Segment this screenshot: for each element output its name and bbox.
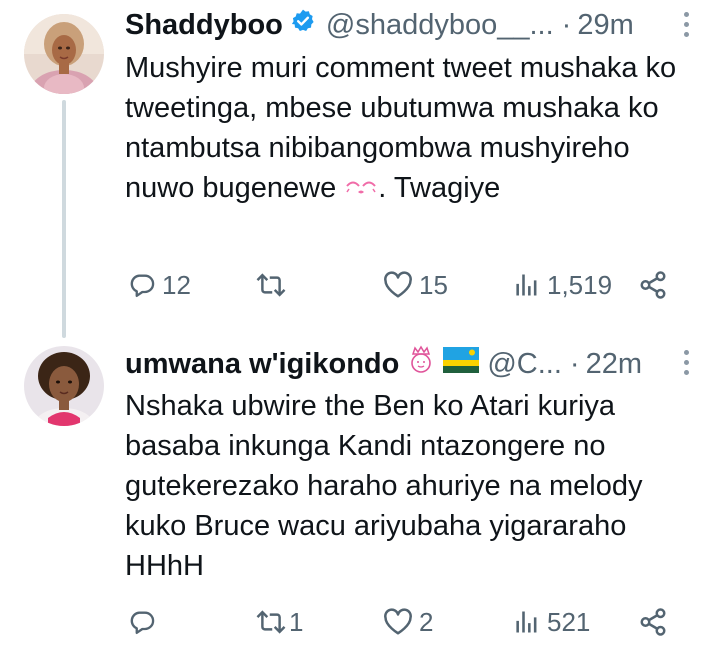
tweet-header: umwana w'igikondo @C... · 22m: [125, 344, 700, 384]
views-icon: [513, 608, 541, 636]
tweet-main[interactable]: Shaddyboo @shaddyboo__... · 29m Mushyire…: [0, 0, 720, 330]
avatar[interactable]: [24, 346, 104, 426]
timestamp[interactable]: 29m: [577, 9, 633, 42]
views-button[interactable]: 521: [513, 600, 590, 644]
retweet-count: 1: [289, 606, 304, 637]
like-icon: [383, 608, 413, 636]
more-icon[interactable]: [682, 12, 690, 42]
reply-icon: [128, 608, 156, 636]
share-button[interactable]: [638, 263, 668, 307]
kiss-emoji-icon: [344, 172, 378, 212]
view-count: 521: [547, 606, 591, 637]
like-count: 15: [419, 269, 448, 300]
reply-button[interactable]: 12: [128, 263, 191, 307]
action-bar: 12 15 1,519: [125, 263, 685, 307]
tweet-header: Shaddyboo @shaddyboo__... · 29m: [125, 5, 700, 45]
tweet-text: Mushyire muri comment tweet mushaka ko t…: [125, 48, 705, 212]
display-name[interactable]: umwana w'igikondo: [125, 348, 399, 381]
display-name[interactable]: Shaddyboo: [125, 9, 283, 42]
retweet-icon: [255, 608, 287, 636]
share-button[interactable]: [638, 600, 668, 644]
action-bar: 1 2 521: [125, 600, 685, 644]
timestamp[interactable]: 22m: [586, 348, 642, 381]
views-button[interactable]: 1,519: [513, 263, 612, 307]
like-button[interactable]: 15: [383, 263, 448, 307]
view-count: 1,519: [547, 269, 613, 300]
like-count: 2: [419, 606, 434, 637]
like-icon: [383, 271, 413, 299]
separator: ·: [561, 8, 572, 41]
verified-badge-icon: [290, 8, 316, 42]
retweet-button[interactable]: [255, 263, 293, 307]
share-icon: [638, 607, 668, 637]
reply-icon: [128, 271, 156, 299]
like-button[interactable]: 2: [383, 600, 433, 644]
reply-count: 12: [162, 269, 191, 300]
share-icon: [638, 270, 668, 300]
rwanda-flag-icon: [443, 347, 480, 381]
retweet-button[interactable]: 1: [255, 600, 303, 644]
princess-emoji-icon: [407, 345, 435, 383]
reply-button[interactable]: [128, 600, 162, 644]
separator: ·: [569, 347, 580, 380]
more-icon[interactable]: [682, 350, 690, 380]
tweet-text-part2: . Twagiye: [378, 172, 501, 204]
tweet-text: Nshaka ubwire the Ben ko Atari kuriya ba…: [125, 390, 643, 582]
views-icon: [513, 271, 541, 299]
avatar[interactable]: [24, 14, 104, 94]
tweet-reply[interactable]: umwana w'igikondo @C... · 22m Nshaka ubw…: [0, 330, 720, 660]
handle[interactable]: @shaddyboo__...: [326, 9, 554, 42]
handle[interactable]: @C...: [487, 348, 562, 381]
retweet-icon: [255, 271, 287, 299]
